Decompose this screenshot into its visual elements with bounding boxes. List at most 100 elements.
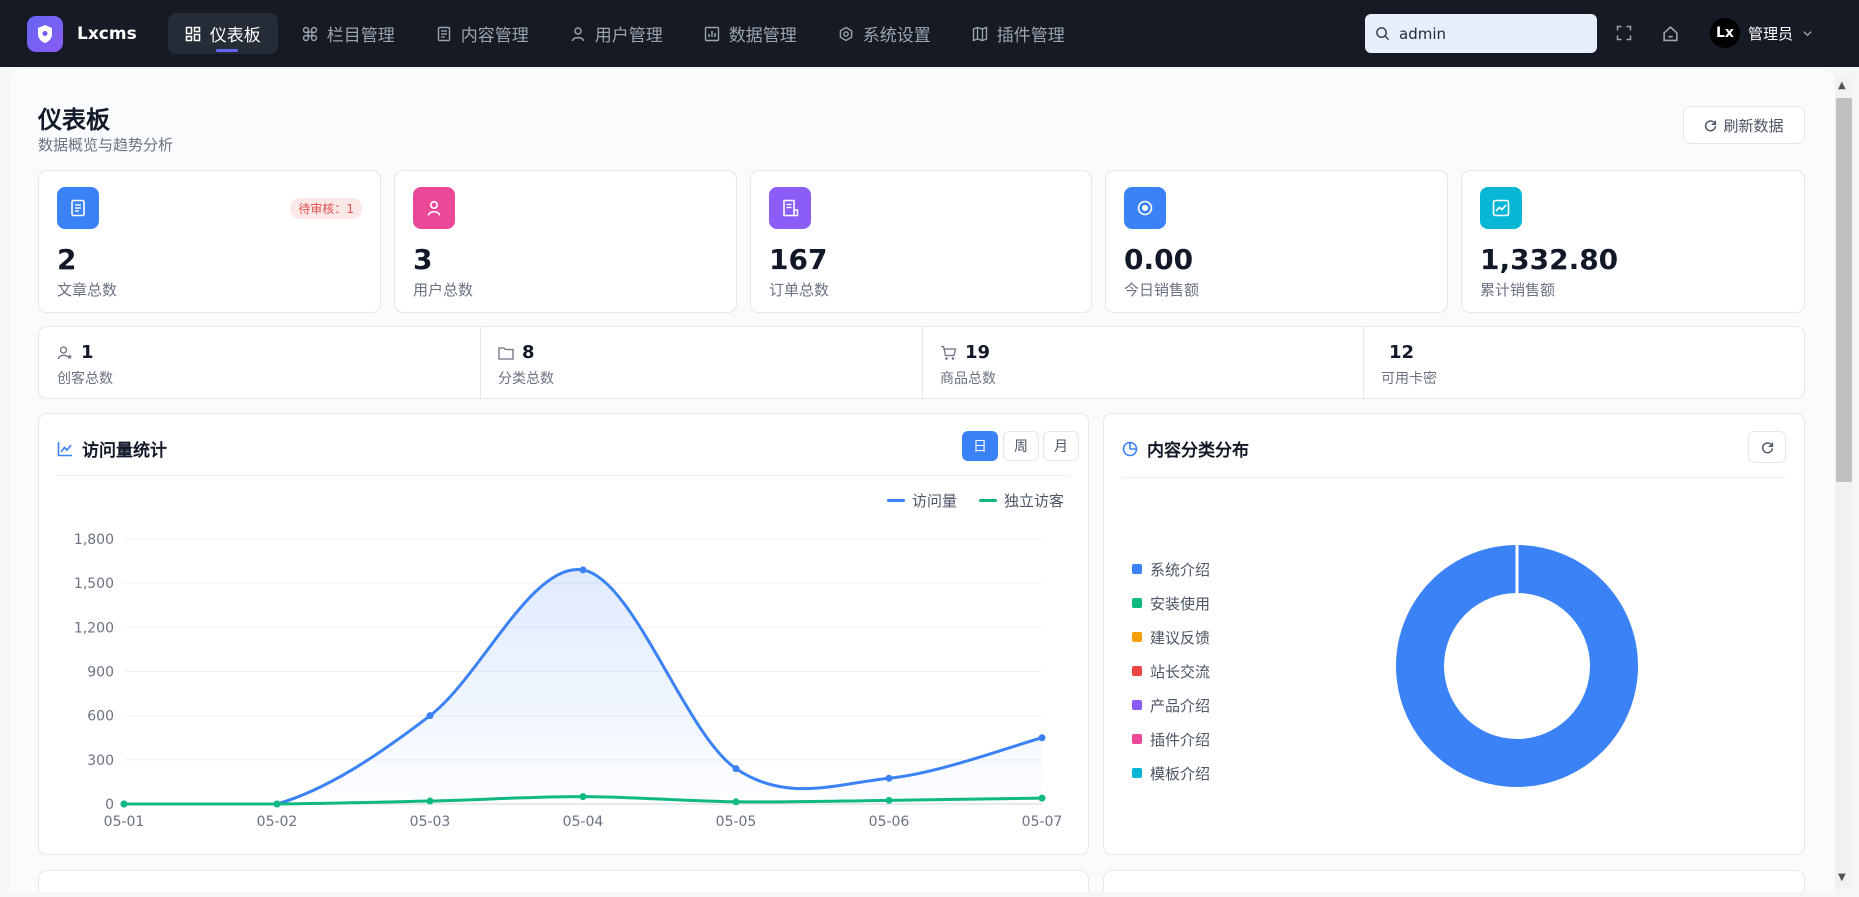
data-point[interactable] — [885, 796, 893, 804]
lower-panel-left — [38, 870, 1089, 892]
map-icon — [972, 25, 987, 42]
x-tick-label: 05-04 — [563, 814, 604, 830]
folder-icon — [498, 346, 514, 360]
x-tick-label: 05-06 — [869, 814, 910, 830]
mini-stat-label: 分类总数 — [498, 371, 554, 387]
chevron-down-icon — [1803, 30, 1812, 36]
stat-label: 订单总数 — [769, 281, 830, 299]
nav-item-label: 用户管理 — [594, 26, 663, 46]
avatar: Lx — [1710, 18, 1740, 48]
category-panel: 内容分类分布 系统介绍 安装使用 建议反馈 站长交流 产品介绍 插件介绍 模板介绍 — [1103, 413, 1805, 855]
refresh-data-button[interactable]: 刷新数据 — [1683, 106, 1805, 144]
home-button[interactable] — [1659, 22, 1681, 44]
stat-value: 3 — [413, 243, 433, 276]
stat-card-today-sales[interactable]: 0.00 今日销售额 — [1105, 170, 1448, 313]
stat-value: 167 — [769, 243, 828, 276]
mini-stat-categories[interactable]: 8 分类总数 — [480, 327, 922, 399]
scroll-up-arrow[interactable]: ▲ — [1838, 80, 1846, 91]
nav-item-label: 栏目管理 — [326, 26, 395, 46]
stat-label: 用户总数 — [413, 281, 474, 299]
mini-stat-makers[interactable]: 1 创客总数 — [39, 327, 480, 399]
user-name: 管理员 — [1748, 24, 1794, 43]
logo[interactable]: Lxcms — [27, 15, 137, 52]
pie-slice[interactable] — [1396, 545, 1638, 787]
y-tick-label: 600 — [87, 709, 114, 725]
mini-stat-value: 8 — [522, 342, 535, 363]
record-icon — [1124, 187, 1166, 229]
shield-logo-icon — [27, 15, 63, 52]
grid-command-icon — [302, 26, 317, 41]
mini-stat-label: 商品总数 — [940, 371, 996, 387]
data-point[interactable] — [732, 798, 740, 806]
search-input[interactable] — [1399, 24, 1579, 43]
mini-stat-label: 创客总数 — [57, 371, 113, 387]
nav-item-users[interactable]: 用户管理 — [553, 13, 680, 54]
home-icon — [1662, 25, 1678, 41]
stat-card-orders[interactable]: 167 订单总数 — [750, 170, 1092, 313]
refresh-icon — [1705, 119, 1717, 131]
category-donut-chart — [1396, 544, 1638, 787]
mini-stat-products[interactable]: 19 商品总数 — [922, 327, 1363, 399]
dashboard-icon — [185, 26, 200, 41]
mini-stat-card-keys[interactable]: 12 可用卡密 — [1363, 327, 1806, 399]
data-point[interactable] — [273, 800, 281, 808]
visits-panel: 访问量统计 日 周 月 访问量 独立访客 0 300 600 900 1,200 1,50… — [38, 413, 1089, 855]
mini-stat-value: 1 — [81, 342, 94, 363]
stat-card-articles[interactable]: 待审核：1 2 文章总数 — [38, 170, 381, 313]
data-point[interactable] — [1038, 734, 1046, 742]
gear-icon — [839, 26, 853, 41]
stat-value: 1,332.80 — [1480, 243, 1619, 276]
app-name: Lxcms — [77, 23, 137, 44]
search-icon — [1376, 27, 1390, 41]
nav-item-plugins[interactable]: 插件管理 — [955, 13, 1082, 54]
x-tick-label: 05-03 — [410, 814, 451, 830]
stat-label: 今日销售额 — [1124, 281, 1200, 299]
mini-stat-label: 可用卡密 — [1381, 371, 1437, 387]
y-tick-label: 1,500 — [74, 576, 114, 592]
y-tick-label: 1,200 — [74, 620, 114, 636]
scroll-down-arrow[interactable]: ▼ — [1838, 872, 1846, 883]
nav-item-label: 仪表板 — [209, 26, 261, 46]
user-menu[interactable]: Lx 管理员 — [1710, 18, 1813, 48]
data-point[interactable] — [579, 566, 587, 574]
data-point[interactable] — [1038, 794, 1046, 802]
stat-card-total-sales[interactable]: 1,332.80 累计销售额 — [1461, 170, 1805, 313]
search-box[interactable] — [1365, 14, 1597, 53]
page-subtitle: 数据概览与趋势分析 — [38, 136, 174, 154]
series-area — [124, 569, 1042, 804]
data-point[interactable] — [579, 793, 587, 801]
nav-item-data[interactable]: 数据管理 — [687, 13, 814, 54]
data-point[interactable] — [426, 797, 434, 805]
order-icon — [769, 187, 811, 229]
x-tick-label: 05-02 — [257, 814, 298, 830]
y-tick-label: 300 — [87, 753, 114, 769]
user-icon — [571, 26, 584, 41]
scrollbar-thumb[interactable] — [1836, 98, 1852, 482]
user-star-icon — [57, 345, 73, 359]
document-icon — [437, 26, 450, 41]
article-icon — [57, 187, 99, 229]
data-point[interactable] — [732, 765, 740, 773]
data-point[interactable] — [885, 774, 893, 782]
nav-item-columns[interactable]: 栏目管理 — [285, 13, 412, 54]
nav-item-content[interactable]: 内容管理 — [419, 13, 546, 54]
visits-line-chart: 0 300 600 900 1,200 1,500 1,800 05-01 05-02 05-03… — [74, 532, 1063, 830]
nav-item-settings[interactable]: 系统设置 — [821, 13, 948, 54]
nav-item-label: 数据管理 — [728, 26, 797, 46]
nav-item-label: 内容管理 — [460, 26, 529, 46]
nav-item-dashboard[interactable]: 仪表板 — [167, 13, 278, 54]
data-point[interactable] — [426, 712, 434, 720]
mini-stat-value: 19 — [965, 342, 991, 363]
stat-card-users[interactable]: 3 用户总数 — [394, 170, 737, 313]
data-point[interactable] — [120, 800, 128, 808]
nav-item-label: 系统设置 — [862, 26, 931, 46]
stat-label: 文章总数 — [57, 281, 118, 299]
x-tick-label: 05-07 — [1022, 814, 1063, 830]
main-nav: 仪表板 栏目管理 内容管理 用户管理 数据管理 系统设置 插件管理 — [167, 13, 1089, 54]
x-tick-label: 05-01 — [104, 814, 145, 830]
nav-item-label: 插件管理 — [996, 26, 1065, 46]
fullscreen-button[interactable] — [1613, 22, 1635, 44]
user-icon — [413, 187, 455, 229]
mini-stat-value: 12 — [1389, 342, 1415, 363]
top-navbar: Lxcms 仪表板 栏目管理 内容管理 用户管理 数据管理 系统设置 插件管理 … — [0, 0, 1859, 67]
